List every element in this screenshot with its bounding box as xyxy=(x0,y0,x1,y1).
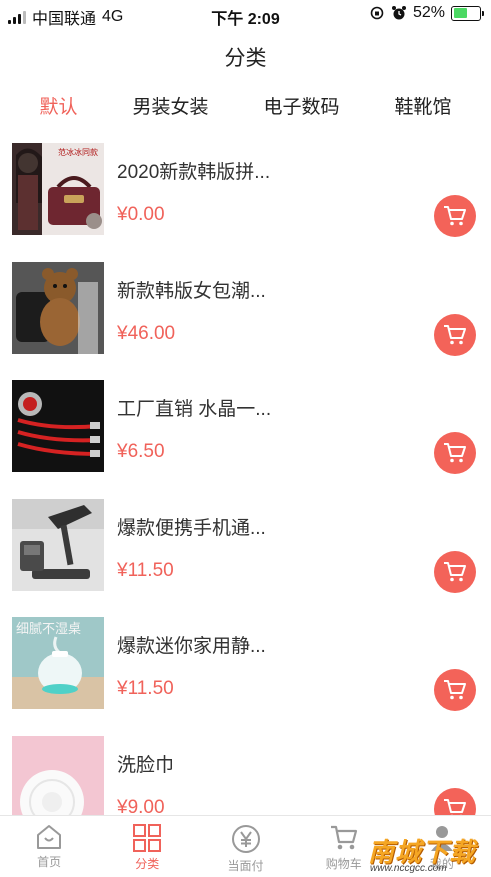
nav-pay[interactable]: 当面付 xyxy=(196,816,294,877)
status-right: 52% xyxy=(369,4,484,22)
nav-home-label: 首页 xyxy=(37,855,62,869)
product-title[interactable]: 洗脸巾 xyxy=(117,750,174,777)
tab-default[interactable]: 默认 xyxy=(39,92,77,122)
battery-fill xyxy=(453,8,467,18)
add-to-cart-button[interactable] xyxy=(434,313,476,356)
nav-home[interactable]: 首页 xyxy=(0,816,98,877)
add-to-cart-button[interactable] xyxy=(434,787,476,815)
nav-category[interactable]: 分类 xyxy=(98,816,196,877)
page-title: 分类 xyxy=(224,47,267,70)
cart-icon xyxy=(444,443,466,463)
cart-icon xyxy=(444,680,466,700)
alarm-icon xyxy=(391,6,406,20)
product-price: ¥11.50 xyxy=(117,559,174,581)
product-price: ¥46.00 xyxy=(117,322,176,344)
product-item[interactable]: 洗脸巾 ¥9.00 xyxy=(0,733,491,816)
battery-icon xyxy=(451,5,484,21)
category-tabs: 默认 男装女装 电子数码 鞋靴馆 xyxy=(0,92,491,122)
product-title[interactable]: 新款韩版女包潮... xyxy=(117,276,266,303)
orientation-lock-icon xyxy=(370,6,384,20)
watermark-url: www.nccgcc.com xyxy=(370,863,447,874)
home-icon xyxy=(37,825,62,849)
product-list: 范冰冰同款 2020新款韩版拼... ¥0.00 新款韩版女包潮... ¥46.… xyxy=(0,140,491,815)
watermark: 南城下载 www.nccgcc.com xyxy=(360,832,490,877)
face-towel-roll-photo[interactable] xyxy=(12,735,104,815)
humidifier-photo-caption: 细腻不湿桌 xyxy=(16,622,81,637)
product-item[interactable]: 工厂直销 水晶一... ¥6.50 xyxy=(0,377,491,496)
battery-percent: 52% xyxy=(412,4,445,21)
tab-apparel[interactable]: 男装女装 xyxy=(132,92,208,122)
product-price: ¥9.00 xyxy=(117,796,165,816)
cart-icon xyxy=(444,324,466,344)
product-price: ¥11.50 xyxy=(117,678,174,699)
tab-shoes[interactable]: 鞋靴馆 xyxy=(394,92,451,122)
product-item[interactable]: 细腻不湿桌 爆款迷你家用静... ¥11.50 xyxy=(0,614,491,733)
product-title[interactable]: 工厂直销 水晶一... xyxy=(117,394,271,421)
cart-icon xyxy=(444,206,466,226)
yen-icon xyxy=(231,825,260,853)
cart-icon xyxy=(444,561,466,581)
product-title[interactable]: 爆款便携手机通... xyxy=(117,513,266,540)
add-to-cart-button[interactable] xyxy=(434,432,476,474)
product-item[interactable]: 新款韩版女包潮... ¥46.00 xyxy=(0,259,491,378)
product-item[interactable]: 爆款便携手机通... ¥11.50 xyxy=(0,496,491,615)
product-title[interactable]: 2020新款韩版拼... xyxy=(117,157,270,184)
phone-stand-photo[interactable] xyxy=(12,498,104,591)
product-price: ¥6.50 xyxy=(117,441,165,462)
grid-icon xyxy=(133,824,162,852)
handbag-photo[interactable]: 范冰冰同款 xyxy=(12,143,104,235)
humidifier-photo[interactable]: 细腻不湿桌 xyxy=(12,617,104,709)
charging-cable-photo[interactable] xyxy=(12,380,104,472)
product-title[interactable]: 爆款迷你家用静... xyxy=(117,631,266,658)
product-price: ¥0.00 xyxy=(117,204,165,225)
product-item[interactable]: 范冰冰同款 2020新款韩版拼... ¥0.00 xyxy=(0,140,491,259)
tab-electronics[interactable]: 电子数码 xyxy=(263,92,339,122)
nav-pay-label: 当面付 xyxy=(227,859,264,873)
add-to-cart-button[interactable] xyxy=(434,669,476,711)
status-bar: 中国联通 4G 下午 2:09 52% xyxy=(0,0,491,30)
nav-category-label: 分类 xyxy=(135,857,160,871)
bear-backpack-photo[interactable] xyxy=(12,261,104,354)
handbag-photo-caption: 范冰冰同款 xyxy=(58,147,98,157)
add-to-cart-button[interactable] xyxy=(434,195,476,237)
add-to-cart-button[interactable] xyxy=(434,550,476,593)
cart-icon xyxy=(330,825,357,850)
nav-cart-label: 购物车 xyxy=(325,857,362,871)
cart-icon xyxy=(444,798,466,815)
